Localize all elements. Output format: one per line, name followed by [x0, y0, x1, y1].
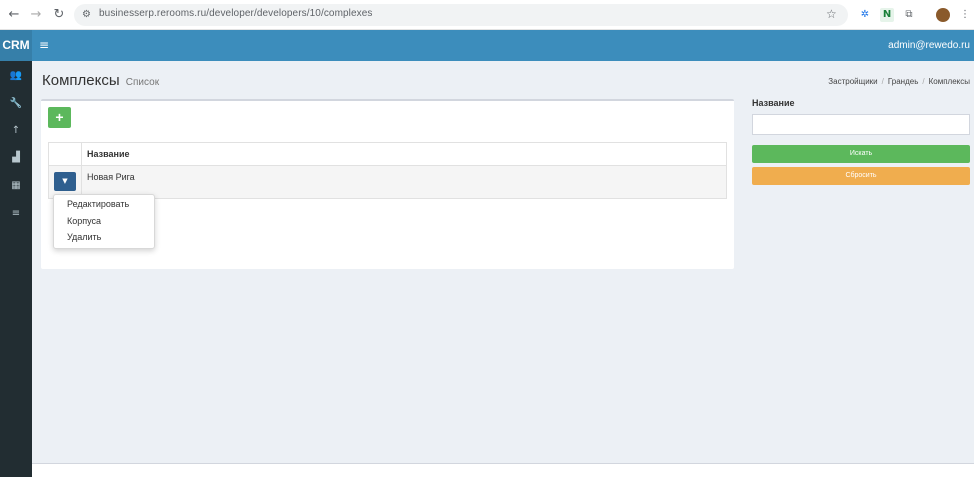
app-logo[interactable]: CRM — [0, 30, 32, 61]
table-header: Название — [49, 143, 726, 166]
breadcrumb-separator: / — [881, 77, 884, 86]
user-menu[interactable]: admin@rewedo.ru — [888, 40, 970, 51]
list-icon[interactable]: ≡ — [0, 207, 32, 221]
back-arrow-icon[interactable]: ← — [6, 7, 22, 23]
pin-icon[interactable]: ↑ — [0, 124, 32, 138]
search-button[interactable]: Искать — [752, 145, 970, 163]
chart-icon[interactable]: ▟ — [0, 151, 32, 165]
column-header-name[interactable]: Название — [87, 149, 129, 159]
app-header: CRM ≡ admin@rewedo.ru — [0, 30, 974, 61]
row-name-cell: Новая Рига — [87, 172, 135, 182]
row-actions-button[interactable]: ▼ — [54, 172, 76, 191]
extension-icon[interactable]: ✲ — [858, 8, 872, 22]
breadcrumb-separator: / — [922, 77, 925, 86]
complexes-table: Название ▼ Новая Рига — [48, 142, 727, 199]
page-subtitle: Список — [125, 77, 160, 88]
column-divider — [81, 143, 82, 166]
forward-arrow-icon[interactable]: → — [28, 7, 44, 23]
users-icon[interactable]: 👥 — [0, 69, 32, 83]
sidebar-toggle-icon[interactable]: ≡ — [39, 38, 49, 52]
page-title: Комплексы Список — [42, 72, 159, 89]
wrench-icon[interactable]: 🔧 — [0, 97, 32, 111]
menu-item-delete[interactable]: Удалить — [67, 232, 101, 242]
profile-avatar[interactable] — [936, 8, 950, 22]
filter-name-input[interactable] — [752, 114, 970, 135]
extensions-puzzle-icon[interactable]: ⧉ — [902, 8, 916, 22]
breadcrumb-item[interactable]: Грандеь — [888, 77, 918, 86]
archive-icon[interactable]: ▦ — [0, 179, 32, 193]
extension-n-icon[interactable]: N — [880, 8, 894, 22]
page-title-text: Комплексы — [42, 72, 120, 89]
bookmark-star-icon[interactable]: ☆ — [826, 7, 837, 21]
row-actions-menu: Редактировать Корпуса Удалить — [53, 194, 155, 249]
page-footer — [32, 463, 974, 477]
reset-button[interactable]: Сбросить — [752, 167, 970, 185]
menu-item-buildings[interactable]: Корпуса — [67, 216, 101, 226]
address-bar[interactable]: ⚙ businesserp.rerooms.ru/developer/devel… — [74, 4, 848, 26]
filter-name-label: Название — [752, 98, 795, 108]
site-info-icon[interactable]: ⚙ — [82, 9, 94, 21]
sidebar: 👥 🔧 ↑ ▟ ▦ ≡ — [0, 61, 32, 477]
browser-menu-icon[interactable]: ⋮ — [958, 8, 972, 22]
breadcrumb: Застройщики / Грандеь / Комплексы — [828, 77, 970, 86]
reload-icon[interactable]: ↻ — [51, 7, 67, 23]
url-text[interactable]: businesserp.rerooms.ru/developer/develop… — [99, 8, 373, 19]
add-complex-button[interactable]: + — [48, 107, 71, 128]
menu-item-edit[interactable]: Редактировать — [67, 199, 129, 209]
browser-toolbar: ← → ↻ ⚙ businesserp.rerooms.ru/developer… — [0, 0, 974, 30]
breadcrumb-item[interactable]: Застройщики — [828, 77, 877, 86]
breadcrumb-item-active: Комплексы — [928, 77, 970, 86]
